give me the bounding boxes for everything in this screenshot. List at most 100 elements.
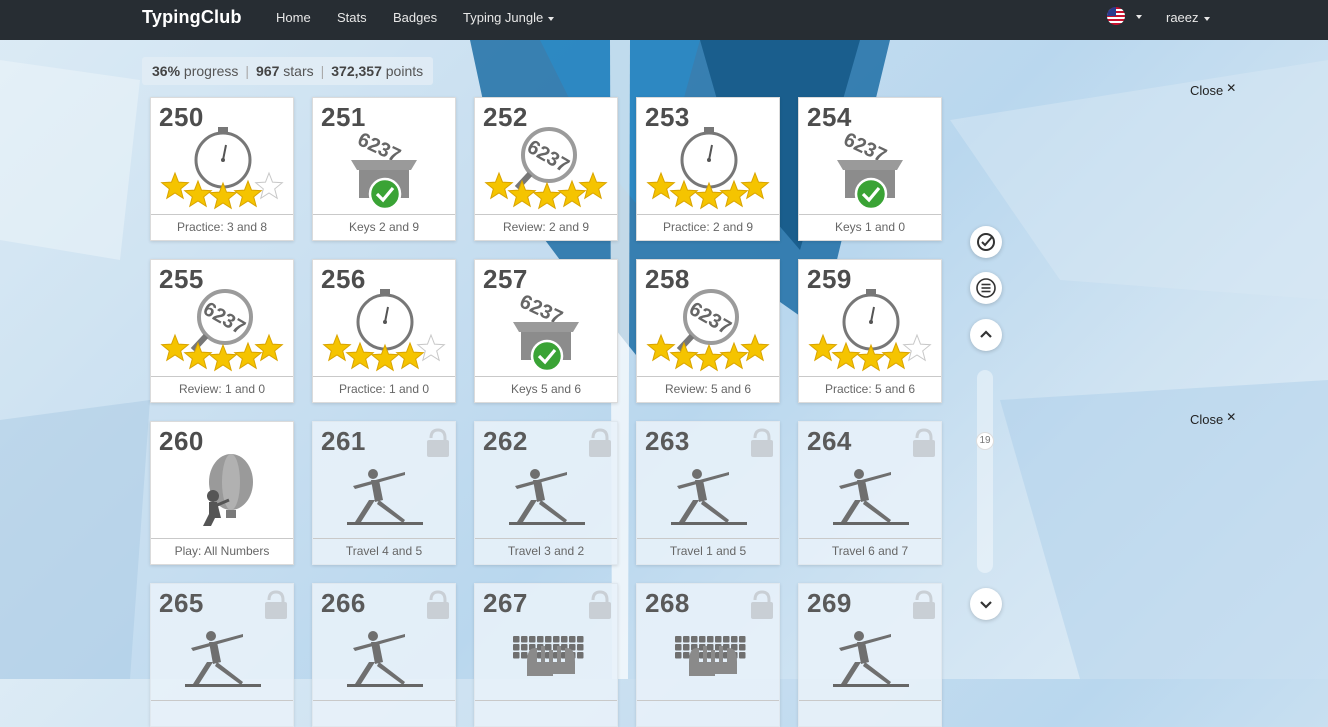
lesson-label: Practice: 1 and 0 bbox=[313, 376, 455, 402]
lesson-label: Practice: 2 and 9 bbox=[637, 214, 779, 240]
star-filled-icon bbox=[557, 179, 587, 208]
lesson-card-259[interactable]: 259 Practice: 5 and 6 bbox=[798, 259, 942, 403]
star-filled-icon bbox=[233, 179, 263, 208]
stopwatch-icon bbox=[680, 127, 738, 189]
scroll-down-button[interactable] bbox=[970, 588, 1002, 620]
lesson-number: 252 bbox=[483, 102, 528, 132]
star-filled-icon bbox=[507, 179, 537, 208]
lesson-number: 266 bbox=[321, 588, 366, 618]
lesson-card-261[interactable]: 261 Travel 4 and 5 bbox=[312, 421, 456, 565]
lesson-card-256[interactable]: 256 Practice: 1 and 0 bbox=[312, 259, 456, 403]
stopwatch-icon bbox=[842, 289, 900, 351]
lesson-card-251[interactable]: 6237 251 Keys 2 and 9 bbox=[312, 97, 456, 241]
lesson-card-255[interactable]: 6237 255 Review: 1 and 0 bbox=[150, 259, 294, 403]
yoga-pose-icon bbox=[671, 469, 747, 525]
brand-logo[interactable]: TypingClub bbox=[142, 7, 242, 28]
stopwatch-icon bbox=[356, 289, 414, 351]
star-filled-icon bbox=[646, 333, 676, 362]
lesson-number: 254 bbox=[807, 102, 852, 132]
lesson-label: Practice: 3 and 8 bbox=[151, 214, 293, 240]
lesson-card-258[interactable]: 6237 258 Review: 5 and 6 bbox=[636, 259, 780, 403]
lesson-number: 251 bbox=[321, 102, 366, 132]
lesson-card-263[interactable]: 263 Travel 1 and 5 bbox=[636, 421, 780, 565]
stars-label: stars bbox=[283, 63, 314, 79]
star-filled-icon bbox=[831, 341, 861, 370]
level-scroll-thumb[interactable]: 19 bbox=[976, 432, 994, 450]
lesson-number: 264 bbox=[807, 426, 852, 456]
lesson-label: Keys 5 and 6 bbox=[475, 376, 617, 402]
lesson-number: 259 bbox=[807, 264, 852, 294]
close-button-bottom[interactable]: Close ✕ bbox=[1190, 410, 1236, 427]
chevron-down-icon bbox=[548, 16, 555, 21]
lesson-card-250[interactable]: 250 Practice: 3 and 8 bbox=[150, 97, 294, 241]
star-filled-icon bbox=[740, 171, 770, 200]
lesson-label: Review: 5 and 6 bbox=[637, 376, 779, 402]
lock-icon bbox=[265, 590, 287, 619]
star-filled-icon bbox=[183, 341, 213, 370]
lesson-number: 255 bbox=[159, 264, 204, 294]
user-menu-dropdown[interactable]: raeez bbox=[1166, 10, 1210, 25]
lesson-card-253[interactable]: 253 Practice: 2 and 9 bbox=[636, 97, 780, 241]
lesson-card-260[interactable]: 260 Play: All Numbers bbox=[150, 421, 294, 565]
lesson-card-262[interactable]: 262 Travel 3 and 2 bbox=[474, 421, 618, 565]
us-flag-icon[interactable] bbox=[1107, 7, 1125, 25]
language-chevron-down-icon[interactable] bbox=[1136, 15, 1142, 19]
nav-typing-jungle-dropdown[interactable]: Typing Jungle bbox=[463, 10, 555, 25]
star-filled-icon bbox=[395, 341, 425, 370]
lesson-label: Practice: 5 and 6 bbox=[799, 376, 941, 402]
nav-stats-link[interactable]: Stats bbox=[337, 10, 367, 25]
lock-icon bbox=[751, 590, 773, 619]
lesson-number: 267 bbox=[483, 588, 528, 618]
lesson-number: 256 bbox=[321, 264, 366, 294]
magnifier-icon: 6237 bbox=[514, 127, 577, 191]
lesson-label bbox=[313, 700, 455, 726]
star-filled-icon bbox=[345, 341, 375, 370]
lesson-card-254[interactable]: 6237 254 Keys 1 and 0 bbox=[798, 97, 942, 241]
lesson-label: Keys 1 and 0 bbox=[799, 214, 941, 240]
lesson-card-267[interactable]: 267 bbox=[474, 583, 618, 727]
star-filled-icon bbox=[646, 171, 676, 200]
lesson-number: 253 bbox=[645, 102, 690, 132]
check-circle-button[interactable] bbox=[970, 226, 1002, 258]
magnifier-icon: 6237 bbox=[190, 289, 253, 353]
yoga-pose-icon bbox=[347, 469, 423, 525]
lesson-card-269[interactable]: 269 bbox=[798, 583, 942, 727]
keyboard-hands-icon bbox=[675, 636, 746, 676]
lesson-card-266[interactable]: 266 bbox=[312, 583, 456, 727]
lock-icon bbox=[427, 590, 449, 619]
star-filled-icon bbox=[532, 181, 562, 210]
yoga-pose-icon bbox=[833, 469, 909, 525]
typing-jungle-label: Typing Jungle bbox=[463, 10, 544, 25]
progress-stats-bar: 36% progress | 967 stars | 372,357 points bbox=[142, 57, 434, 85]
lesson-card-257[interactable]: 6237 257 Keys 5 and 6 bbox=[474, 259, 618, 403]
star-filled-icon bbox=[808, 333, 838, 362]
star-filled-icon bbox=[719, 179, 749, 208]
close-label: Close bbox=[1190, 412, 1224, 427]
close-label: Close bbox=[1190, 83, 1224, 98]
lesson-card-264[interactable]: 264 Travel 6 and 7 bbox=[798, 421, 942, 565]
lesson-number: 269 bbox=[807, 588, 852, 618]
menu-icon bbox=[976, 278, 996, 298]
hot-air-balloon-icon bbox=[203, 454, 253, 526]
star-empty-icon bbox=[254, 171, 284, 200]
star-empty-icon bbox=[416, 333, 446, 362]
menu-button[interactable] bbox=[970, 272, 1002, 304]
lesson-card-268[interactable]: 268 bbox=[636, 583, 780, 727]
points-value: 372,357 bbox=[331, 63, 382, 79]
lesson-card-252[interactable]: 6237 252 Review: 2 and 9 bbox=[474, 97, 618, 241]
close-button-top[interactable]: Close ✕ bbox=[1190, 81, 1236, 98]
progress-value: 36% bbox=[152, 63, 181, 79]
checkmark-badge-icon bbox=[854, 177, 888, 211]
top-navbar: TypingClub Home Stats Badges Typing Jung… bbox=[0, 0, 1328, 40]
lesson-card-265[interactable]: 265 bbox=[150, 583, 294, 727]
level-scrollbar[interactable] bbox=[977, 370, 993, 573]
lock-icon bbox=[427, 428, 449, 457]
scroll-up-button[interactable] bbox=[970, 319, 1002, 351]
checkmark-badge-icon bbox=[530, 339, 564, 373]
nav-badges-link[interactable]: Badges bbox=[393, 10, 437, 25]
points-label: points bbox=[385, 63, 424, 79]
nav-home-link[interactable]: Home bbox=[276, 10, 311, 25]
star-filled-icon bbox=[160, 333, 190, 362]
chevron-up-icon bbox=[980, 330, 992, 338]
lesson-label bbox=[151, 700, 293, 726]
